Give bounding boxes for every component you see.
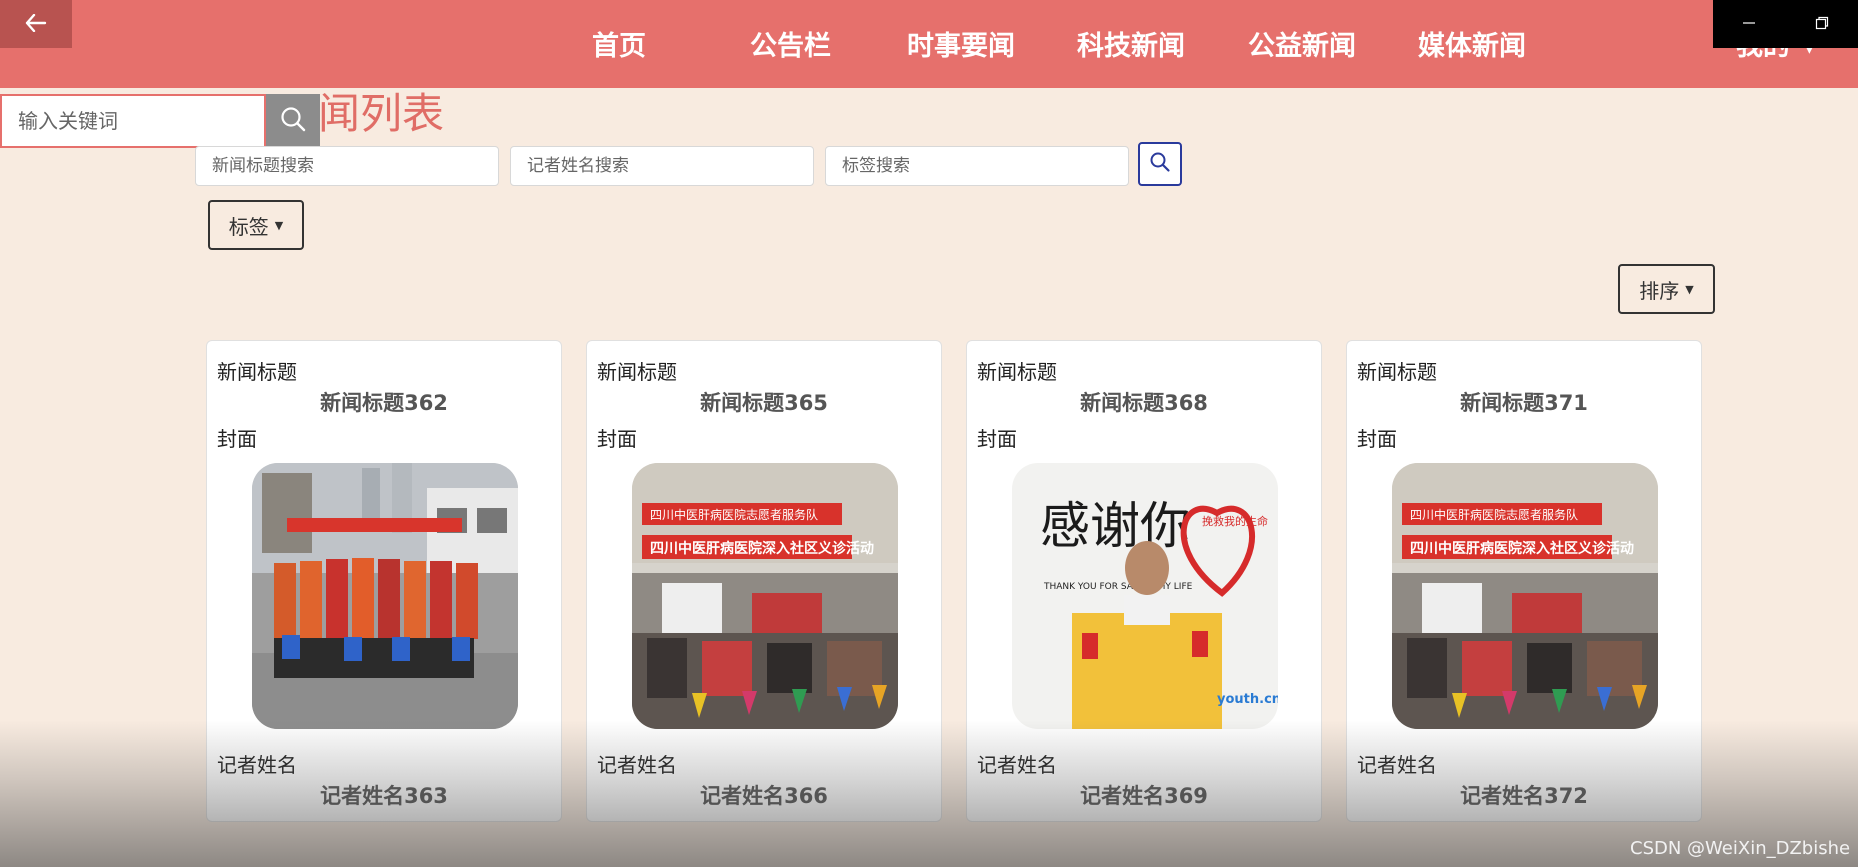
search-icon bbox=[279, 105, 307, 137]
card-reporter-label: 记者姓名 bbox=[597, 753, 677, 777]
news-card[interactable]: 新闻标题 新闻标题368 封面 感谢你 THANK YOU FOR SAVING… bbox=[966, 340, 1322, 822]
back-button[interactable] bbox=[0, 0, 72, 48]
card-cover-image: 四川中医肝病医院志愿者服务队 四川中医肝病医院深入社区义诊活动 bbox=[632, 463, 898, 729]
svg-text:THANK YOU FOR SAVING MY LIFE: THANK YOU FOR SAVING MY LIFE bbox=[1043, 582, 1193, 592]
card-title-label: 新闻标题 bbox=[1357, 360, 1437, 384]
card-title-label: 新闻标题 bbox=[217, 360, 297, 384]
svg-text:挽救我的生命: 挽救我的生命 bbox=[1202, 514, 1268, 528]
tag-dropdown-label: 标签 bbox=[228, 214, 269, 239]
svg-text:四川中医肝病医院志愿者服务队: 四川中医肝病医院志愿者服务队 bbox=[650, 507, 818, 522]
card-cover-image: 感谢你 THANK YOU FOR SAVING MY LIFE 挽救我的生命 … bbox=[1012, 463, 1278, 729]
news-title-search-input[interactable] bbox=[195, 146, 499, 186]
nav-item-media-news[interactable]: 媒体新闻 bbox=[1418, 22, 1526, 72]
card-cover-label: 封面 bbox=[597, 427, 637, 451]
caret-down-icon: ▼ bbox=[274, 218, 284, 232]
card-cover-label: 封面 bbox=[977, 427, 1017, 451]
filter-search-button[interactable] bbox=[1138, 142, 1182, 186]
window-controls bbox=[1713, 0, 1858, 48]
nav-item-home[interactable]: 首页 bbox=[592, 22, 646, 72]
nav-item-charity-news[interactable]: 公益新闻 bbox=[1248, 22, 1356, 72]
svg-text:四川中医肝病医院深入社区义诊活动: 四川中医肝病医院深入社区义诊活动 bbox=[1410, 540, 1634, 557]
nav-item-tech-news[interactable]: 科技新闻 bbox=[1077, 22, 1185, 72]
sort-dropdown-label: 排序 bbox=[1639, 278, 1680, 303]
card-title: 新闻标题365 bbox=[700, 391, 828, 415]
card-reporter-label: 记者姓名 bbox=[217, 753, 297, 777]
svg-text:感谢你: 感谢你 bbox=[1040, 497, 1190, 555]
nav-item-bulletin[interactable]: 公告栏 bbox=[750, 22, 831, 72]
svg-text:youth.cn: youth.cn bbox=[1217, 692, 1278, 707]
page-title: 闻列表 bbox=[318, 89, 445, 138]
arrow-left-icon bbox=[25, 10, 47, 38]
watermark: CSDN @WeiXin_DZbishe bbox=[1630, 838, 1851, 859]
reporter-name-search-input[interactable] bbox=[510, 146, 814, 186]
svg-text:四川中医肝病医院深入社区义诊活动: 四川中医肝病医院深入社区义诊活动 bbox=[650, 540, 874, 557]
card-reporter: 记者姓名372 bbox=[1460, 784, 1588, 808]
news-card[interactable]: 新闻标题 新闻标题371 封面 四川中医肝病医院志愿者服务队 四川中医肝病医院深… bbox=[1346, 340, 1702, 822]
card-reporter-label: 记者姓名 bbox=[977, 753, 1057, 777]
card-title: 新闻标题371 bbox=[1460, 391, 1588, 415]
minimize-icon[interactable] bbox=[1742, 15, 1756, 34]
card-reporter: 记者姓名363 bbox=[320, 784, 448, 808]
card-cover-image: 四川中医肝病医院志愿者服务队 四川中医肝病医院深入社区义诊活动 bbox=[1392, 463, 1658, 729]
card-title-label: 新闻标题 bbox=[977, 360, 1057, 384]
card-reporter: 记者姓名369 bbox=[1080, 784, 1208, 808]
nav-item-current-affairs[interactable]: 时事要闻 bbox=[907, 22, 1015, 72]
card-cover-label: 封面 bbox=[217, 427, 257, 451]
card-reporter-label: 记者姓名 bbox=[1357, 753, 1437, 777]
card-cover-image bbox=[252, 463, 518, 729]
keyword-search-button[interactable] bbox=[266, 94, 320, 148]
card-reporter: 记者姓名366 bbox=[700, 784, 828, 808]
sort-dropdown-button[interactable]: 排序 ▼ bbox=[1618, 264, 1715, 314]
caret-down-icon: ▼ bbox=[1685, 282, 1694, 296]
keyword-search-input[interactable] bbox=[0, 94, 266, 148]
card-title-label: 新闻标题 bbox=[597, 360, 677, 384]
search-icon bbox=[1149, 151, 1171, 177]
restore-icon[interactable] bbox=[1815, 15, 1829, 34]
svg-text:四川中医肝病医院志愿者服务队: 四川中医肝病医院志愿者服务队 bbox=[1410, 507, 1578, 522]
tag-search-input[interactable] bbox=[825, 146, 1129, 186]
tag-dropdown-button[interactable]: 标签 ▼ bbox=[208, 200, 304, 250]
keyword-search bbox=[0, 94, 320, 148]
news-card[interactable]: 新闻标题 新闻标题365 封面 四川中医肝病医院志愿者服务队 四川中医肝病医院深… bbox=[586, 340, 942, 822]
news-card[interactable]: 新闻标题 新闻标题362 封面 记者姓名 记者姓名363 bbox=[206, 340, 562, 822]
card-cover-label: 封面 bbox=[1357, 427, 1397, 451]
card-title: 新闻标题362 bbox=[320, 391, 448, 415]
card-title: 新闻标题368 bbox=[1080, 391, 1208, 415]
